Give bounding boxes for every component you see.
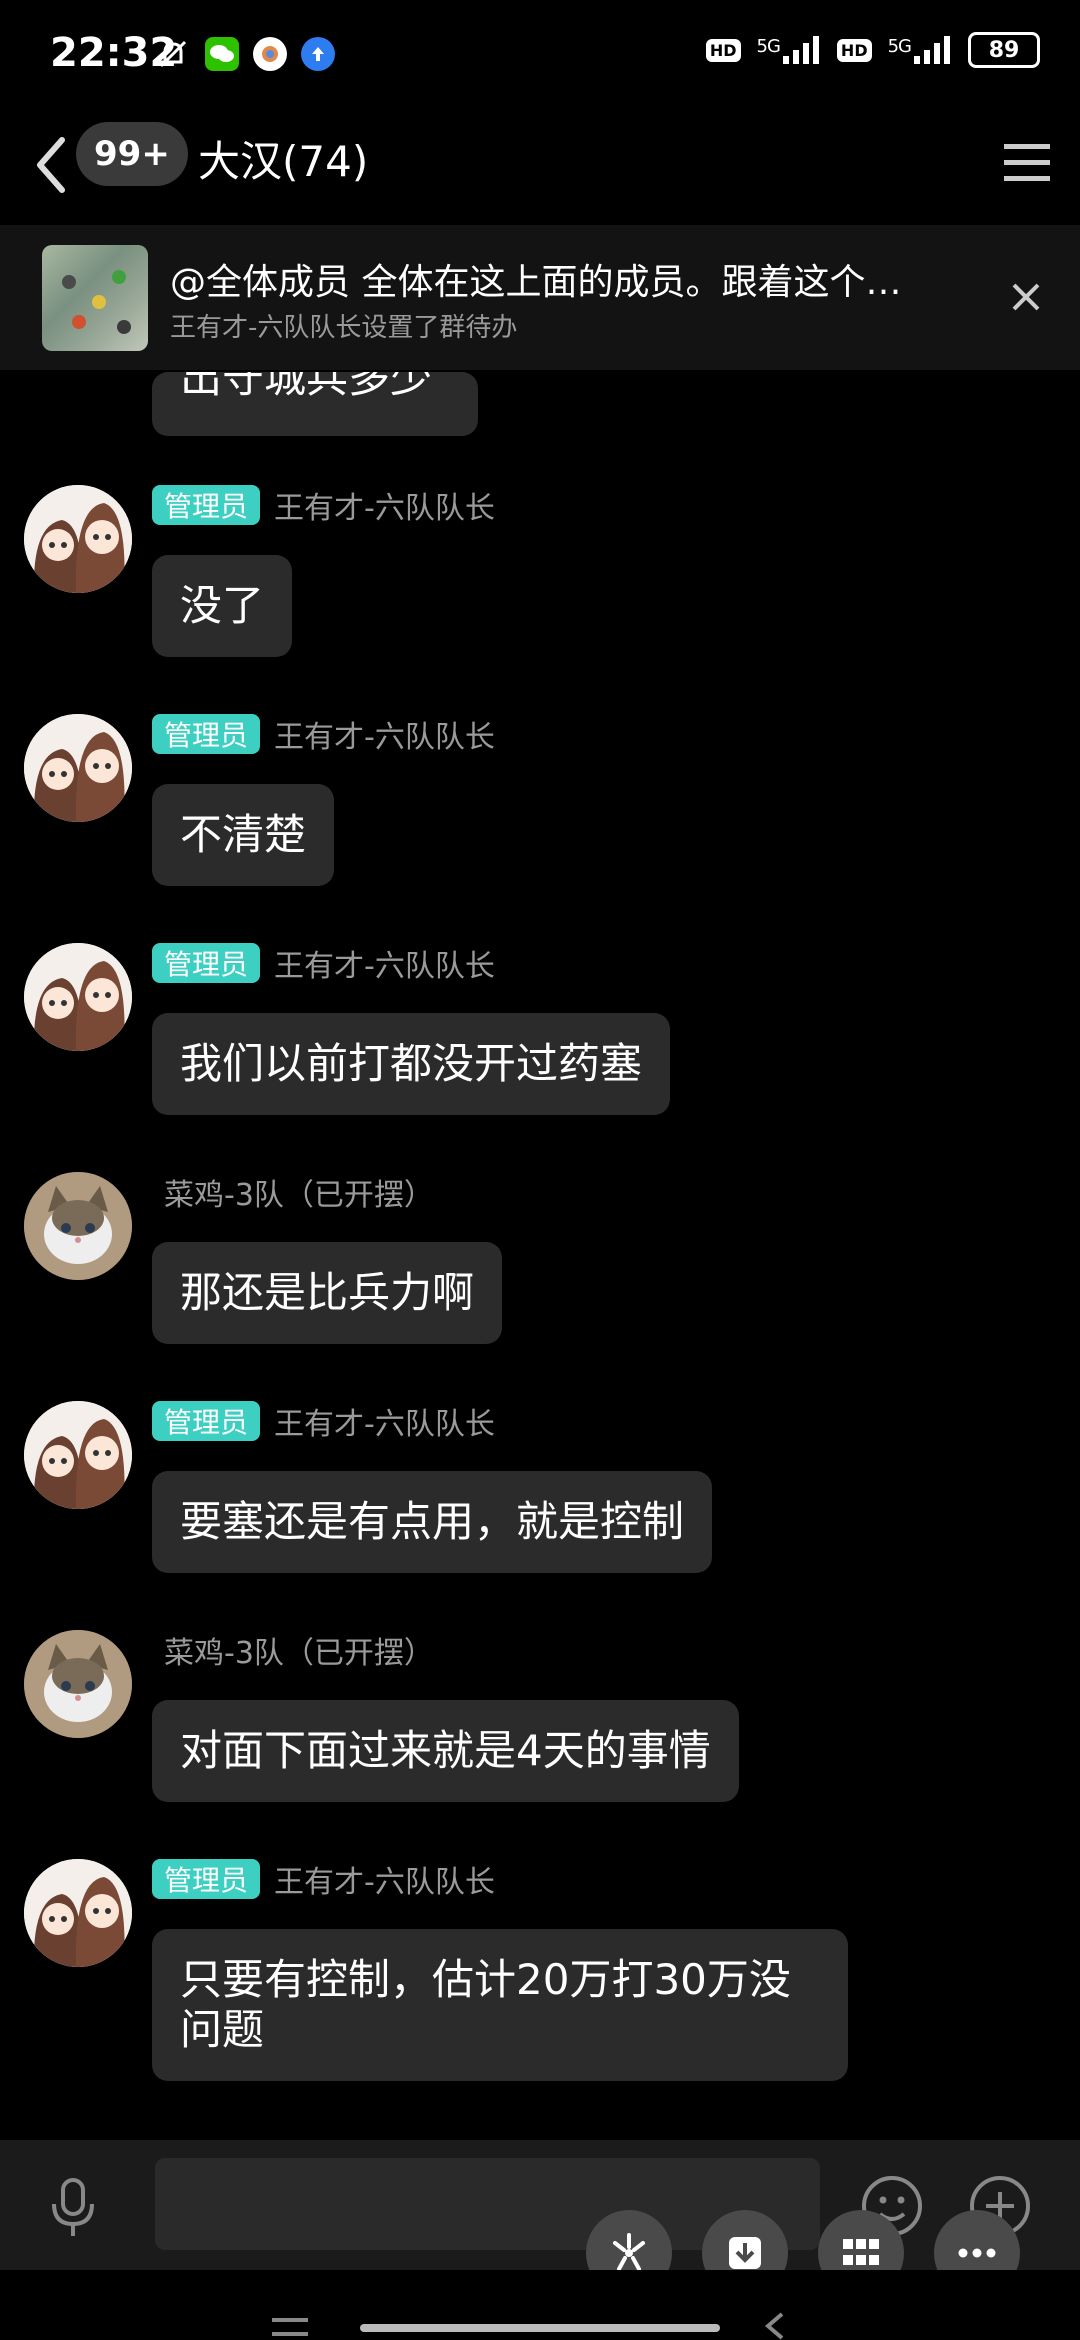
sender-meta: 管理员 王有才-六队队长 — [152, 712, 495, 756]
chat-title[interactable]: 大汉(74) — [198, 128, 368, 189]
message-bubble-partial[interactable]: 出守城兵多少 — [152, 372, 478, 436]
wechat-icon — [205, 37, 239, 71]
battery-indicator: 89 — [968, 32, 1040, 68]
pinned-text: @全体成员 全体在这上面的成员。跟着这个… — [170, 262, 902, 303]
message-bubble[interactable]: 对面下面过来就是4天的事情 — [152, 1700, 739, 1802]
microphone-icon[interactable] — [46, 2176, 100, 2240]
avatar[interactable] — [24, 1401, 132, 1509]
pinned-group-todo[interactable]: @全体成员 全体在这上面的成员。跟着这个… 王有才-六队队长设置了群待办 — [0, 225, 1080, 370]
unread-count-badge[interactable]: 99+ — [76, 122, 188, 186]
admin-tag: 管理员 — [152, 1401, 261, 1441]
sender-name[interactable]: 王有才-六队队长 — [274, 941, 495, 985]
message-bubble[interactable]: 不清楚 — [152, 784, 335, 886]
sender-meta: 菜鸡-3队（已开摆） — [152, 1628, 434, 1672]
sender-name[interactable]: 王有才-六队队长 — [274, 1857, 495, 1901]
close-icon[interactable] — [1006, 277, 1046, 317]
hd-icon: HD — [705, 38, 741, 62]
home-indicator[interactable] — [360, 2324, 720, 2332]
avatar[interactable] — [24, 1172, 132, 1280]
sender-name[interactable]: 菜鸡-3队（已开摆） — [164, 1170, 434, 1214]
sender-name[interactable]: 王有才-六队队长 — [274, 483, 495, 527]
back-nav-icon[interactable] — [760, 2310, 790, 2340]
sender-meta: 菜鸡-3队（已开摆） — [152, 1170, 434, 1214]
status-system-icons: HD 5G HD 5G 89 — [705, 32, 1040, 68]
admin-tag: 管理员 — [152, 1859, 261, 1899]
pinned-thumbnail — [42, 245, 148, 351]
hd-icon-2: HD — [836, 38, 872, 62]
chat-header: 99+ 大汉(74) — [0, 110, 1080, 220]
sender-meta: 管理员 王有才-六队队长 — [152, 483, 495, 527]
chevron-left-icon[interactable] — [30, 130, 80, 200]
admin-tag: 管理员 — [152, 485, 261, 525]
signal-1: 5G — [757, 36, 821, 64]
admin-tag: 管理员 — [152, 714, 261, 754]
avatar[interactable] — [24, 1630, 132, 1738]
system-nav-bar — [0, 2270, 1080, 2340]
avatar[interactable] — [24, 485, 132, 593]
upload-icon — [301, 37, 335, 71]
admin-tag: 管理员 — [152, 943, 261, 983]
hamburger-menu-icon[interactable] — [1000, 132, 1054, 192]
sender-name[interactable]: 王有才-六队队长 — [274, 1399, 495, 1443]
message-bubble[interactable]: 只要有控制，估计20万打30万没问题 — [152, 1929, 848, 2081]
avatar[interactable] — [24, 943, 132, 1051]
message-bubble[interactable]: 要塞还是有点用，就是控制 — [152, 1471, 713, 1573]
avatar[interactable] — [24, 1859, 132, 1967]
avatar[interactable] — [24, 714, 132, 822]
sender-meta: 管理员 王有才-六队队长 — [152, 1399, 495, 1443]
mute-bell-icon — [159, 40, 187, 68]
status-notification-icons — [155, 36, 335, 72]
sender-name[interactable]: 菜鸡-3队（已开摆） — [164, 1628, 434, 1672]
signal-2: 5G — [888, 36, 952, 64]
app-notification-icon — [253, 37, 287, 71]
status-bar: 22:32 HD 5G HD 5G 89 — [0, 0, 1080, 110]
pinned-subtitle: 王有才-六队队长设置了群待办 — [170, 313, 518, 343]
message-bubble[interactable]: 那还是比兵力啊 — [152, 1242, 503, 1344]
recents-icon[interactable] — [270, 2314, 310, 2340]
message-bubble[interactable]: 没了 — [152, 555, 293, 657]
sender-meta: 管理员 王有才-六队队长 — [152, 1857, 495, 1901]
sender-meta: 管理员 王有才-六队队长 — [152, 941, 495, 985]
sender-name[interactable]: 王有才-六队队长 — [274, 712, 495, 756]
message-bubble[interactable]: 我们以前打都没开过药塞 — [152, 1013, 671, 1115]
